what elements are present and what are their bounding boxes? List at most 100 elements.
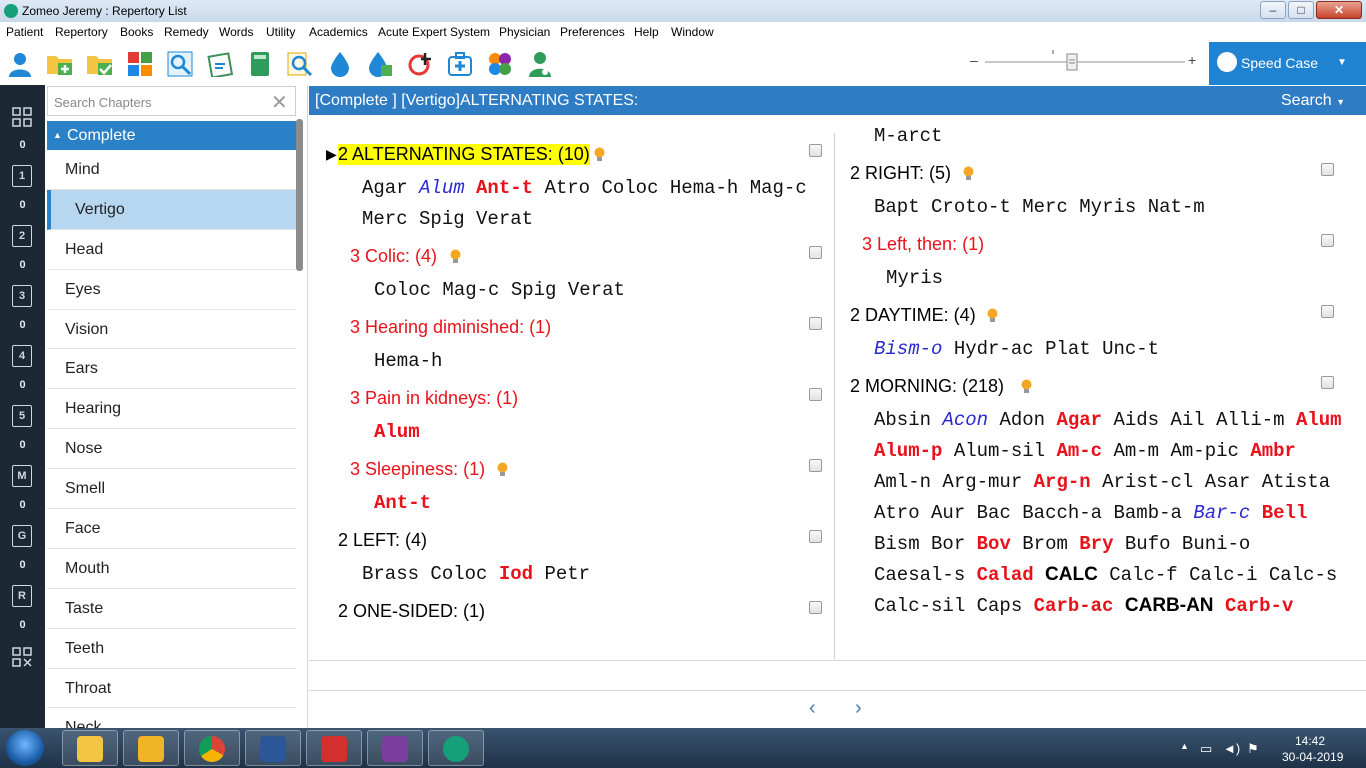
rubric-checkbox[interactable] xyxy=(809,317,822,330)
rubric-checkbox[interactable] xyxy=(1321,376,1334,389)
volume-icon[interactable]: ◄) xyxy=(1223,741,1240,756)
remedy-merc[interactable]: Merc xyxy=(362,208,408,230)
menu-books[interactable]: Books xyxy=(120,25,153,39)
rubric-checkbox[interactable] xyxy=(1321,163,1334,176)
open-folder-icon[interactable] xyxy=(86,50,114,78)
remedy-arg-n[interactable]: Arg-n xyxy=(1034,471,1091,493)
remedy-aml-n[interactable]: Aml-n xyxy=(874,471,931,493)
menu-help[interactable]: Help xyxy=(634,25,659,39)
remedy-calad[interactable]: Calad xyxy=(977,564,1034,586)
remedy-mag-c[interactable]: Mag-c xyxy=(442,279,499,301)
rubric-morning[interactable]: 2 MORNING: (218) xyxy=(850,376,1004,397)
chapter-search-input[interactable] xyxy=(54,93,264,111)
clock-date[interactable]: 30-04-2019 xyxy=(1282,750,1343,764)
search-icon[interactable] xyxy=(166,50,194,78)
grid-view-icon[interactable] xyxy=(12,107,32,127)
menu-patient[interactable]: Patient xyxy=(6,25,43,39)
remedy-arg-mur[interactable]: Arg-mur xyxy=(942,471,1022,493)
remedy-bufo[interactable]: Bufo xyxy=(1125,533,1171,555)
previous-page-button[interactable]: ‹ xyxy=(809,697,816,720)
menu-utility[interactable]: Utility xyxy=(266,25,295,39)
chapter-item-taste[interactable]: Taste xyxy=(47,589,296,629)
remedy-bism-o[interactable]: Bism-o xyxy=(874,338,942,360)
clipboard-3-icon[interactable]: 3 xyxy=(12,285,32,307)
remedy-myris[interactable]: Myris xyxy=(886,267,943,289)
rubric-left-then[interactable]: 3 Left, then: (1) xyxy=(862,234,984,255)
remedy-am-c[interactable]: Am-c xyxy=(1056,440,1102,462)
clipboard-icon[interactable] xyxy=(206,50,234,78)
zoom-slider[interactable] xyxy=(985,50,1185,74)
rubric-checkbox[interactable] xyxy=(1321,305,1334,318)
chapter-item-head[interactable]: Head xyxy=(47,230,296,270)
tray-expand-icon[interactable]: ▲ xyxy=(1180,741,1189,751)
remedy-caesal-s[interactable]: Caesal-s xyxy=(874,564,965,586)
remedy-plat[interactable]: Plat xyxy=(1045,338,1091,360)
remedy-alum[interactable]: Alum xyxy=(419,177,465,199)
taskbar-chrome[interactable] xyxy=(184,730,240,766)
remedy-alum-p[interactable]: Alum-p xyxy=(874,440,942,462)
search-dropdown[interactable]: Search ▼ xyxy=(1281,92,1345,110)
remedy-iod[interactable]: Iod xyxy=(499,563,533,585)
remedy-atro[interactable]: Atro xyxy=(544,177,590,199)
remedy-acon[interactable]: Acon xyxy=(942,409,988,431)
lightbulb-icon[interactable] xyxy=(497,462,508,477)
remedy-ambr[interactable]: Ambr xyxy=(1250,440,1296,462)
menu-preferences[interactable]: Preferences xyxy=(560,25,625,39)
menu-academics[interactable]: Academics xyxy=(309,25,368,39)
remedy-drop-icon[interactable] xyxy=(366,50,394,78)
drop-icon[interactable] xyxy=(326,50,354,78)
remedy-carb-an[interactable]: CARB-AN xyxy=(1125,595,1214,616)
remedy-hema-h[interactable]: Hema-h xyxy=(374,350,442,372)
menu-remedy[interactable]: Remedy xyxy=(164,25,209,39)
remedy-croto-t[interactable]: Croto-t xyxy=(931,196,1011,218)
remedy-spig[interactable]: Spig xyxy=(511,279,557,301)
taskbar-outlook[interactable] xyxy=(123,730,179,766)
remedy-atro[interactable]: Atro xyxy=(874,502,920,524)
new-folder-icon[interactable] xyxy=(46,50,74,78)
case-box-icon[interactable] xyxy=(446,50,474,78)
remedy-brom[interactable]: Brom xyxy=(1022,533,1068,555)
remedy-hydr-ac[interactable]: Hydr-ac xyxy=(954,338,1034,360)
remedy-bacch-a[interactable]: Bacch-a xyxy=(1022,502,1102,524)
remedy-calc[interactable]: CALC xyxy=(1045,564,1098,585)
remedy-ant-t[interactable]: Ant-t xyxy=(476,177,533,199)
remedy-bac[interactable]: Bac xyxy=(977,502,1011,524)
remedy-bism[interactable]: Bism xyxy=(874,533,920,555)
clear-clipboards-icon[interactable] xyxy=(12,647,32,667)
rubric-checkbox[interactable] xyxy=(809,144,822,157)
lightbulb-icon[interactable] xyxy=(594,147,605,162)
remedy-arist-cl[interactable]: Arist-cl xyxy=(1102,471,1193,493)
remedy-buni-o[interactable]: Buni-o xyxy=(1182,533,1250,555)
chapter-item-vertigo[interactable]: Vertigo xyxy=(47,189,296,230)
network-icon[interactable]: ▭ xyxy=(1200,741,1212,757)
rubric-daytime[interactable]: 2 DAYTIME: (4) xyxy=(850,305,976,326)
rubric-checkbox[interactable] xyxy=(809,388,822,401)
remedy-coloc[interactable]: Coloc xyxy=(601,177,658,199)
remedy-merc[interactable]: Merc xyxy=(1022,196,1068,218)
chapter-item-mind[interactable]: Mind xyxy=(47,150,296,190)
menu-acute-expert-system[interactable]: Acute Expert System xyxy=(378,25,490,39)
chapter-item-neck[interactable]: Neck xyxy=(47,708,296,728)
remedy-bell[interactable]: Bell xyxy=(1262,502,1308,524)
remedy-alum[interactable]: Alum xyxy=(1296,409,1342,431)
remedy-caps[interactable]: Caps xyxy=(977,595,1023,617)
chapter-scrollbar[interactable] xyxy=(296,119,303,271)
remedy-carb-v[interactable]: Carb-v xyxy=(1225,595,1293,617)
remedy-m-arct[interactable]: M-arct xyxy=(874,125,942,147)
remedy-alum-sil[interactable]: Alum-sil xyxy=(954,440,1045,462)
book-icon[interactable] xyxy=(246,50,274,78)
menu-window[interactable]: Window xyxy=(671,25,714,39)
zoom-in-button[interactable]: + xyxy=(1188,52,1196,68)
remedy-bar-c[interactable]: Bar-c xyxy=(1193,502,1250,524)
remedy-atista[interactable]: Atista xyxy=(1262,471,1330,493)
close-button[interactable]: ✕ xyxy=(1316,1,1362,19)
remedy-calc-s[interactable]: Calc-s xyxy=(1269,564,1337,586)
rubric-one-sided[interactable]: 2 ONE-SIDED: (1) xyxy=(338,601,485,622)
patient-icon[interactable] xyxy=(6,50,34,78)
taskbar-word[interactable] xyxy=(245,730,301,766)
remedy-coloc[interactable]: Coloc xyxy=(374,279,431,301)
zoom-out-button[interactable]: – xyxy=(970,52,978,68)
remedy-petr[interactable]: Petr xyxy=(544,563,590,585)
remedy-carb-ac[interactable]: Carb-ac xyxy=(1034,595,1114,617)
start-button[interactable] xyxy=(6,730,44,766)
